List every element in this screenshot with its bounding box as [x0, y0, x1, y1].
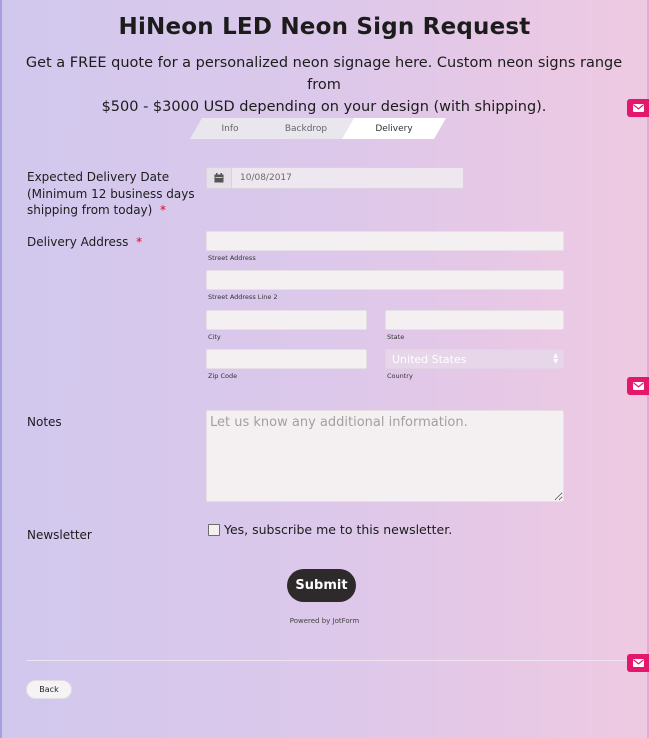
tab-delivery[interactable]: Delivery	[342, 118, 446, 139]
delivery-date-label-line-3-text: shipping from today)	[27, 203, 153, 217]
country-select[interactable]: United States ▲ ▼	[385, 349, 564, 369]
side-mail-tab-1[interactable]	[627, 99, 649, 117]
calendar-button[interactable]	[206, 167, 232, 189]
back-button[interactable]: Back	[26, 680, 72, 699]
country-sublabel: Country	[387, 372, 413, 380]
subtitle-line-2: $500 - $3000 USD depending on your desig…	[101, 99, 547, 115]
zip-code-input[interactable]	[206, 349, 367, 369]
mail-icon	[632, 659, 644, 667]
submit-button[interactable]: Submit	[287, 569, 356, 602]
delivery-address-label-text: Delivery Address	[27, 235, 129, 249]
newsletter-checkbox[interactable]	[208, 523, 220, 536]
select-arrows-icon: ▲ ▼	[553, 352, 558, 365]
required-mark: *	[159, 203, 166, 217]
powered-by-jotform[interactable]: Powered by JotForm	[0, 617, 649, 625]
country-value: United States	[392, 352, 467, 366]
delivery-date-label-line-3: shipping from today) *	[27, 202, 195, 219]
side-mail-tab-3[interactable]	[627, 654, 649, 672]
delivery-address-label: Delivery Address *	[27, 234, 142, 251]
delivery-date-label: Expected Delivery Date (Minimum 12 busin…	[27, 169, 195, 219]
newsletter-label: Newsletter	[27, 528, 92, 542]
page-subtitle: Get a FREE quote for a personalized neon…	[24, 52, 624, 118]
street-address-line2-sublabel: Street Address Line 2	[208, 293, 278, 301]
street-address-sublabel: Street Address	[208, 254, 256, 262]
delivery-date-label-line-1: Expected Delivery Date	[27, 170, 170, 184]
required-mark: *	[136, 235, 143, 249]
delivery-date-input[interactable]	[232, 167, 464, 189]
zip-code-sublabel: Zip Code	[208, 372, 238, 380]
calendar-icon	[214, 173, 224, 183]
newsletter-option[interactable]: Yes, subscribe me to this newsletter.	[208, 522, 452, 537]
footer-divider	[27, 660, 627, 661]
street-address-line2-input[interactable]	[206, 270, 564, 290]
form-tabs: Info Backdrop Delivery	[190, 118, 446, 139]
left-border	[0, 0, 2, 738]
state-sublabel: State	[387, 333, 405, 341]
street-address-input[interactable]	[206, 231, 564, 251]
tab-info[interactable]: Info	[190, 118, 270, 139]
delivery-date-label-line-2: (Minimum 12 business days	[27, 186, 195, 201]
notes-label: Notes	[27, 415, 62, 429]
state-input[interactable]	[385, 310, 564, 330]
side-mail-tab-2[interactable]	[627, 377, 649, 395]
notes-textarea[interactable]	[206, 410, 564, 502]
mail-icon	[632, 104, 644, 112]
city-input[interactable]	[206, 310, 367, 330]
city-sublabel: City	[208, 333, 221, 341]
mail-icon	[632, 382, 644, 390]
tab-backdrop[interactable]: Backdrop	[258, 118, 354, 139]
newsletter-checkbox-label[interactable]: Yes, subscribe me to this newsletter.	[224, 522, 452, 537]
page-title: HiNeon LED Neon Sign Request	[118, 14, 531, 40]
delivery-date-picker	[206, 167, 464, 189]
subtitle-line-1: Get a FREE quote for a personalized neon…	[25, 55, 623, 93]
